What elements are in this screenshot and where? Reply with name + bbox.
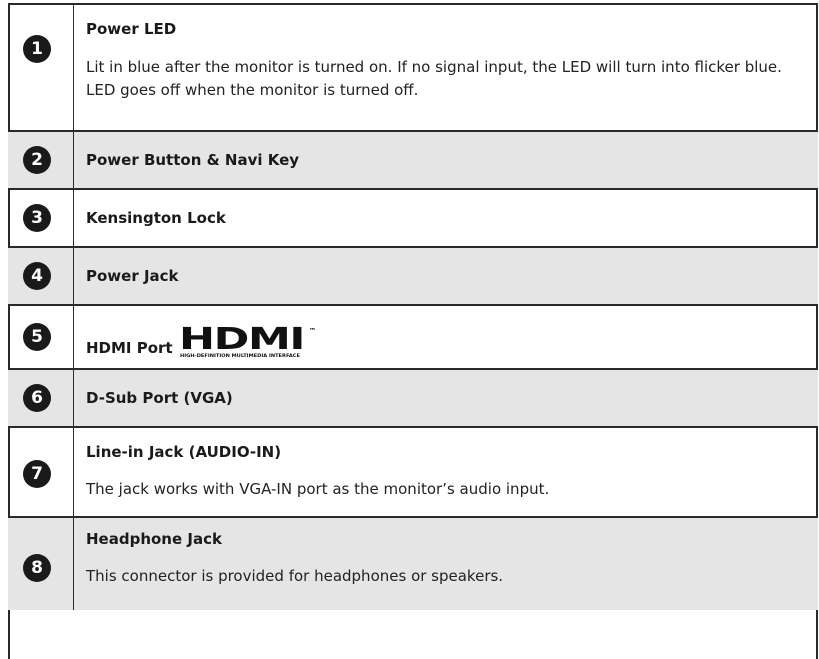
number-cell: 5 xyxy=(8,306,74,368)
item-description: This connector is provided for headphone… xyxy=(86,567,504,585)
description-cell: HDMI Port HDMI ™ HIGH-DEFINITION MULTIME… xyxy=(74,306,818,368)
table-row: 5 HDMI Port HDMI ™ HIGH-DEFINITION MULTI… xyxy=(8,304,818,368)
item-title: Power LED xyxy=(86,20,177,38)
number-cell: 4 xyxy=(8,248,74,304)
number-badge: 7 xyxy=(23,460,51,488)
item-description: Lit in blue after the monitor is turned … xyxy=(86,58,782,99)
number-badge: 2 xyxy=(23,146,51,174)
hdmi-logo-tagline: HIGH-DEFINITION MULTIMEDIA INTERFACE xyxy=(180,353,300,358)
description-cell: D-Sub Port (VGA) xyxy=(74,370,818,426)
item-title: Power Button & Navi Key xyxy=(86,151,300,169)
item-title: Headphone Jack xyxy=(86,530,222,548)
description-cell: Line-in Jack (AUDIO-IN) The jack works w… xyxy=(74,428,818,516)
number-badge: 1 xyxy=(23,35,51,63)
number-cell: 7 xyxy=(8,428,74,516)
table-row: 7 Line-in Jack (AUDIO-IN) The jack works… xyxy=(8,426,818,516)
item-title: Line-in Jack (AUDIO-IN) xyxy=(86,443,282,461)
number-cell: 6 xyxy=(8,370,74,426)
number-badge: 5 xyxy=(23,323,51,351)
number-badge: 4 xyxy=(23,262,51,290)
number-badge: 8 xyxy=(23,554,51,582)
number-cell: 2 xyxy=(8,132,74,188)
item-title: Power Jack xyxy=(86,267,179,285)
item-description: The jack works with VGA-IN port as the m… xyxy=(86,480,550,498)
table-row: 1 Power LED Lit in blue after the monito… xyxy=(8,3,818,130)
table-row: 6 D-Sub Port (VGA) xyxy=(8,368,818,426)
number-cell: 8 xyxy=(8,518,74,610)
table-row: 4 Power Jack xyxy=(8,246,818,304)
number-cell: 1 xyxy=(8,5,74,130)
number-badge: 6 xyxy=(23,384,51,412)
item-title: HDMI Port xyxy=(86,339,173,357)
description-cell: Kensington Lock xyxy=(74,190,818,246)
hdmi-logo-icon: HDMI ™ HIGH-DEFINITION MULTIMEDIA INTERF… xyxy=(179,326,316,358)
table-row: 2 Power Button & Navi Key xyxy=(8,130,818,188)
table-row: 3 Kensington Lock xyxy=(8,188,818,246)
item-title-row: HDMI Port HDMI ™ HIGH-DEFINITION MULTIME… xyxy=(86,326,339,358)
hdmi-logo-tm: ™ xyxy=(309,327,316,335)
number-cell: 3 xyxy=(8,190,74,246)
description-cell: Power LED Lit in blue after the monitor … xyxy=(74,5,818,130)
description-cell: Power Jack xyxy=(74,248,818,304)
ports-table: 1 Power LED Lit in blue after the monito… xyxy=(8,3,818,610)
description-cell: Headphone Jack This connector is provide… xyxy=(74,518,818,610)
item-title: Kensington Lock xyxy=(86,209,226,227)
item-title: D-Sub Port (VGA) xyxy=(86,389,233,407)
number-badge: 3 xyxy=(23,204,51,232)
description-cell: Power Button & Navi Key xyxy=(74,132,818,188)
table-row: 8 Headphone Jack This connector is provi… xyxy=(8,516,818,610)
